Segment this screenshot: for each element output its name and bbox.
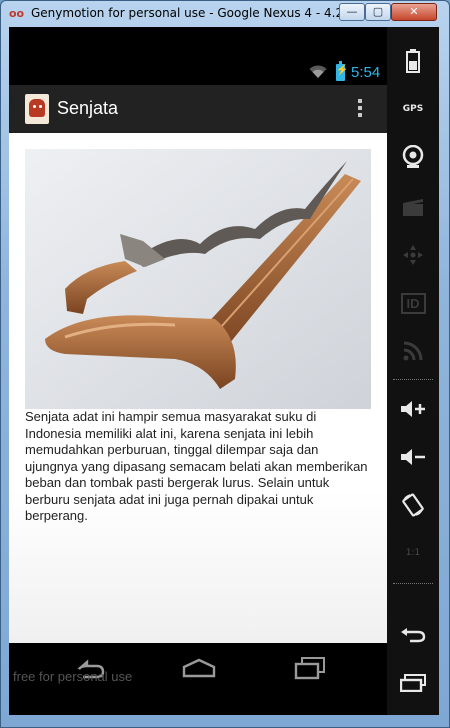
pixel-ratio-label: 1:1 — [405, 548, 421, 558]
android-screen: 5:54 Senjata — [9, 27, 387, 715]
close-button[interactable]: ✕ — [391, 3, 437, 21]
status-time: 5:54 — [351, 64, 381, 81]
genymotion-logo-icon: oo — [9, 7, 25, 20]
dpad-icon — [387, 235, 439, 275]
keris-image — [25, 149, 371, 409]
id-icon: ID — [387, 283, 439, 323]
volume-down-icon[interactable] — [387, 437, 439, 477]
status-bar: 5:54 — [9, 61, 387, 85]
window-title: Genymotion for personal use - Google Nex… — [31, 6, 375, 20]
gps-icon[interactable]: GPS — [387, 89, 439, 129]
action-bar: Senjata — [9, 85, 387, 133]
window-titlebar[interactable]: oo Genymotion for personal use - Google … — [1, 1, 450, 27]
overflow-menu-icon[interactable] — [355, 97, 365, 121]
genymotion-toolbar: GPS ID 1:1 — [387, 27, 439, 715]
article-text: Senjata adat ini hampir semua masyarakat… — [25, 409, 368, 523]
recent-apps-icon[interactable] — [293, 655, 327, 681]
page-title: Senjata — [57, 98, 119, 118]
content-area[interactable]: Senjata adat ini hampir semua masyarakat… — [9, 133, 387, 643]
emulator-window: oo Genymotion for personal use - Google … — [0, 0, 450, 728]
watermark-text: free for personal use — [13, 669, 133, 684]
pixel-perfect-icon: 1:1 — [387, 533, 439, 573]
navigation-bar: free for personal use — [9, 643, 387, 715]
home-icon[interactable] — [181, 657, 217, 679]
rotate-icon[interactable] — [387, 485, 439, 525]
id-label: ID — [400, 292, 426, 314]
back-icon[interactable] — [387, 615, 439, 655]
battery-icon[interactable] — [387, 41, 439, 81]
webcam-icon[interactable] — [387, 137, 439, 177]
gps-label: GPS — [402, 104, 424, 114]
rss-icon — [387, 331, 439, 371]
battery-charging-icon — [336, 61, 348, 81]
capture-icon — [387, 187, 439, 227]
wifi-icon — [309, 65, 327, 78]
app-logo-icon[interactable] — [25, 94, 49, 124]
maximize-button[interactable]: ▢ — [365, 3, 391, 21]
volume-up-icon[interactable] — [387, 389, 439, 429]
minimize-button[interactable]: — — [339, 3, 365, 21]
menu-icon[interactable] — [387, 663, 439, 703]
